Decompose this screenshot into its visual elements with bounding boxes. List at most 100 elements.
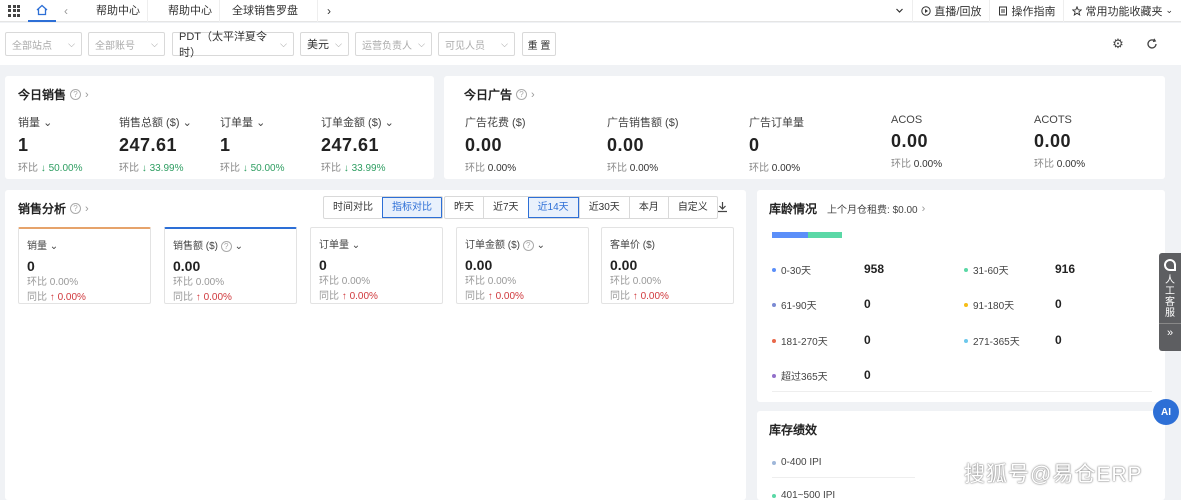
age-item-31-60: 31-60天 <box>964 262 1009 277</box>
refresh-icon[interactable] <box>1144 36 1160 52</box>
metric-ad-orders: 广告订单量 0 环比 0.00% <box>749 114 804 174</box>
metric-card-hb: 环比 0.00% <box>465 276 517 287</box>
tab-help-center-2[interactable]: 帮助中心 <box>148 0 220 22</box>
document-icon <box>999 6 1008 15</box>
metric-card-sales-amount[interactable]: 销售额 ($) ? ⌄ 0.00 环比 0.00% 同比 ↑ 0.00% <box>164 227 297 304</box>
help-question-icon[interactable]: ? <box>70 203 82 214</box>
ratio-label: 环比 <box>465 163 485 174</box>
metric-card-order-amount[interactable]: 订单金额 ($) ? ⌄ 0.00 环比 0.00% 同比 ↑ 0.00% <box>456 227 589 304</box>
ratio-label: 环比 <box>1034 159 1054 170</box>
live-replay-button[interactable]: 直播/回放 <box>912 0 989 22</box>
help-question-icon[interactable]: ? <box>516 89 528 100</box>
operation-guide-button[interactable]: 操作指南 <box>989 0 1063 22</box>
metric-label[interactable]: 订单量 ⌄ <box>220 114 284 130</box>
legend-dot <box>772 338 776 343</box>
chevron-right-icon: › <box>531 88 535 101</box>
live-replay-label: 直播/回放 <box>934 5 982 18</box>
tab-help-center-1[interactable]: 帮助中心 <box>76 0 148 22</box>
help-question-icon[interactable]: ? <box>522 240 534 251</box>
metric-card-tb: 同比 ↑ 0.00% <box>173 292 288 304</box>
metric-card-value: 0 <box>27 258 35 274</box>
ratio-label: 环比 <box>749 163 769 174</box>
divider <box>772 391 1152 392</box>
age-value-0-30: 958 <box>864 262 885 276</box>
chevron-down-icon: ⌄ <box>49 241 59 252</box>
chevron-down-icon: ⌄ <box>351 240 361 251</box>
timezone-select-value: PDT（太平洋夏令时） <box>179 31 267 59</box>
metric-ratio: 环比 ↓ 33.99% <box>119 159 192 174</box>
warehouse-rent-label[interactable]: 上个月仓租费: $0.00 <box>827 201 918 216</box>
watermark-text: 搜狐号@易仓ERP <box>964 463 1143 486</box>
reset-button[interactable]: 重 置 <box>522 32 556 56</box>
metric-label[interactable]: 销量 ⌄ <box>18 114 82 130</box>
chevron-down-icon: ⌄ <box>384 117 394 129</box>
metric-ratio: 环比 0.00% <box>1034 155 1085 170</box>
account-select[interactable]: 全部账号 ⌵ <box>88 32 165 56</box>
tabs-scroll-right-icon[interactable]: › <box>318 4 340 18</box>
site-select[interactable]: 全部站点 ⌵ <box>5 32 82 56</box>
chevron-down-icon: ⌄ <box>182 117 192 129</box>
date-range-toggle: 昨天 近7天 近14天 近30天 本月 自定义 <box>444 196 718 219</box>
settings-gear-icon[interactable]: ⚙ <box>1110 36 1126 52</box>
visible-users-select[interactable]: 可见人员 ⌵ <box>438 32 515 56</box>
ratio-value: 0.00% <box>771 163 801 174</box>
range-custom[interactable]: 自定义 <box>667 197 717 218</box>
range-this-month[interactable]: 本月 <box>628 197 668 218</box>
tab-global-sales-compass[interactable]: 全球销售罗盘 <box>220 0 318 22</box>
tb-label: 同比 <box>27 292 47 303</box>
metric-label[interactable]: 销售总额 ($) ⌄ <box>119 114 192 130</box>
tb-label: 同比 <box>319 291 339 302</box>
tb-value: 0.00% <box>57 292 86 303</box>
chevron-right-icon: › <box>85 88 89 101</box>
age-label: 超过365天 <box>781 372 828 383</box>
today-ads-title[interactable]: 今日广告 ? › <box>464 86 535 103</box>
metric-card-tb: 同比 ↑ 0.00% <box>610 291 725 303</box>
metric-card-avg-order-value[interactable]: 客单价 ($) 0.00 环比 0.00% 同比 ↑ 0.00% <box>601 227 734 304</box>
sales-analysis-title[interactable]: 销售分析 ? › <box>18 200 89 217</box>
help-question-icon[interactable]: ? <box>220 241 232 252</box>
range-last-30-days[interactable]: 近30天 <box>578 197 629 218</box>
operation-guide-label: 操作指南 <box>1011 5 1056 18</box>
tb-value: 0.00% <box>203 292 232 303</box>
range-last-7-days[interactable]: 近7天 <box>483 197 528 218</box>
download-icon[interactable] <box>717 201 728 216</box>
favorites-button[interactable]: 常用功能收藏夹 ⌄ <box>1063 0 1181 22</box>
arrow-up-icon: ↑ <box>195 292 201 303</box>
ratio-label: 环比 <box>607 163 627 174</box>
timezone-select[interactable]: PDT（太平洋夏令时） ⌵ <box>172 31 294 59</box>
metric-order-qty: 订单量 ⌄ 1 环比 ↓ 50.00% <box>220 114 284 174</box>
age-label: 271-365天 <box>973 337 1020 348</box>
metric-ratio: 环比 0.00% <box>465 159 526 174</box>
metric-sales-total: 销售总额 ($) ⌄ 247.61 环比 ↓ 33.99% <box>119 114 192 174</box>
metric-card-sales-qty[interactable]: 销量 ⌄ 0 环比 0.00% 同比 ↑ 0.00% <box>18 227 151 304</box>
metric-value: 247.61 <box>321 135 380 155</box>
ipi-label: 0-400 IPI <box>781 457 822 468</box>
ops-owner-select[interactable]: 运营负责人 ⌵ <box>355 32 432 56</box>
chevron-right-icon[interactable]: › <box>922 203 926 215</box>
chevron-down-icon: ⌄ <box>536 240 545 251</box>
currency-select[interactable]: 美元 ⌵ <box>300 32 349 56</box>
home-tab[interactable] <box>28 0 56 22</box>
today-sales-title[interactable]: 今日销售 ? › <box>18 86 89 103</box>
collapse-double-chevron-icon[interactable]: » <box>1167 327 1173 339</box>
legend-dot <box>772 302 776 307</box>
ai-assistant-button[interactable]: AI <box>1153 399 1179 425</box>
tab-metric-compare[interactable]: 指标对比 <box>382 197 442 218</box>
chevron-right-icon: › <box>85 202 89 215</box>
customer-service-panel[interactable]: 人工客服 » <box>1159 253 1181 351</box>
inventory-age-card: 库龄情况 上个月仓租费: $0.00 › 0-30天 958 31-60天 91… <box>757 190 1165 402</box>
help-question-icon[interactable]: ? <box>70 89 82 100</box>
today-sales-title-text: 今日销售 <box>18 88 67 102</box>
tab-time-compare[interactable]: 时间对比 <box>324 197 382 218</box>
metric-card-order-qty[interactable]: 订单量 ⌄ 0 环比 0.00% 同比 ↑ 0.00% <box>310 227 443 304</box>
metric-ratio: 环比 0.00% <box>749 159 804 174</box>
age-value-91-180: 0 <box>1055 297 1062 311</box>
age-item-over-365: 超过365天 <box>772 368 828 383</box>
metric-label[interactable]: 订单金额 ($) ⌄ <box>321 114 394 130</box>
range-last-14-days[interactable]: 近14天 <box>527 197 579 218</box>
tabs-scroll-left-icon[interactable]: ‹ <box>56 4 76 18</box>
tabs-dropdown-chevron-icon[interactable] <box>887 0 912 22</box>
app-grid-icon[interactable] <box>0 0 28 22</box>
range-yesterday[interactable]: 昨天 <box>445 197 483 218</box>
legend-dot <box>772 493 776 498</box>
